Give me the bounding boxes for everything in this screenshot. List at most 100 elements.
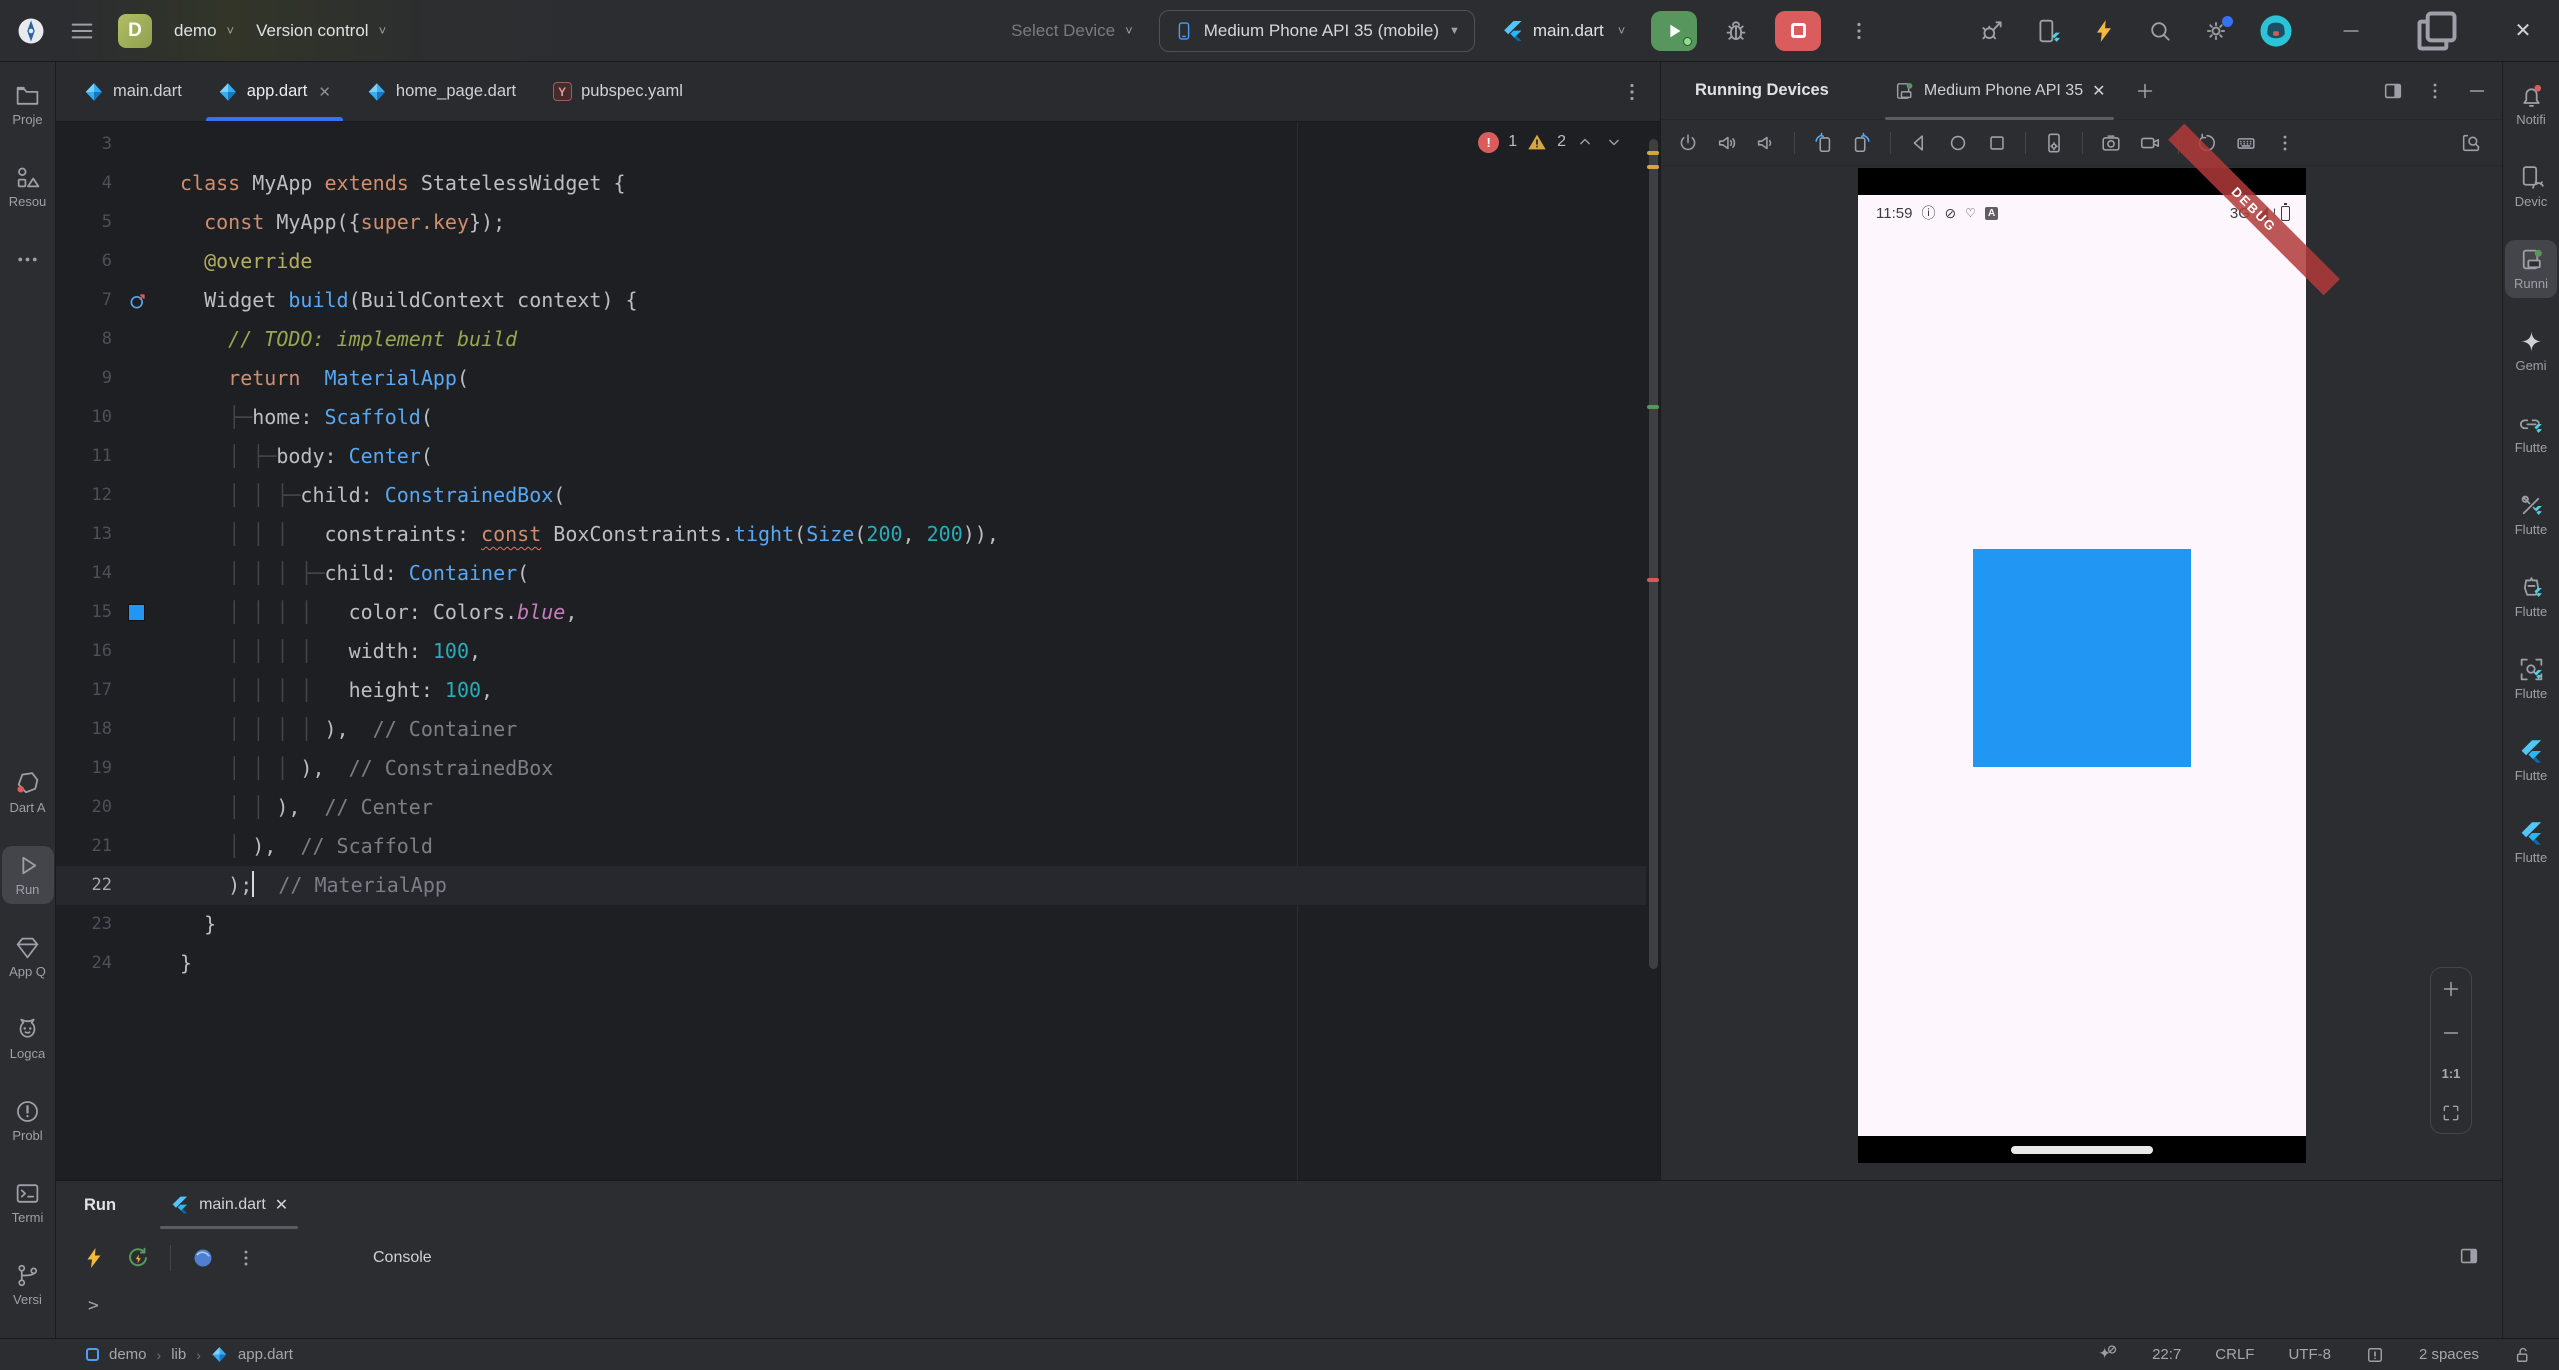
editor-tab-home_page.dart[interactable]: home_page.dart — [349, 62, 534, 121]
attach-debugger-icon[interactable] — [1979, 18, 2005, 44]
tool-stripe-item-termi[interactable]: Termi — [2, 1174, 54, 1232]
warning-stripe-mark[interactable] — [1647, 151, 1659, 155]
device-tab[interactable]: Medium Phone API 35 ✕ — [1885, 62, 2114, 120]
close-device-tab-icon[interactable]: ✕ — [2092, 81, 2105, 101]
select-device-dropdown[interactable]: Select Device˅ — [1011, 21, 1133, 41]
editor-tab-app.dart[interactable]: app.dart✕ — [200, 62, 349, 121]
toolbar-more-icon[interactable] — [2274, 132, 2296, 154]
main-menu-icon[interactable] — [68, 17, 96, 45]
vcs-widget[interactable]: Version control˅ — [256, 21, 386, 41]
code-line-20[interactable]: 20 │ │ ), // Center — [56, 788, 1646, 827]
console-tab[interactable]: Console — [373, 1249, 432, 1267]
error-stripe-mark[interactable] — [1647, 578, 1659, 582]
flutter-hot-reload-icon[interactable] — [82, 1246, 106, 1270]
editor-tab-pubspec.yaml[interactable]: Ypubspec.yaml — [534, 62, 701, 121]
run-configuration-selector[interactable]: main.dart˅ — [1501, 19, 1625, 43]
tool-stripe-item-flutte[interactable]: Flutte — [2505, 814, 2557, 872]
home-icon[interactable] — [1947, 132, 1969, 154]
run-tab[interactable]: main.dart ✕ — [160, 1181, 298, 1229]
search-everywhere-icon[interactable] — [2147, 18, 2173, 44]
minimize-button[interactable]: — — [2323, 0, 2379, 62]
avatar[interactable] — [2259, 14, 2293, 48]
tool-stripe-item-devic[interactable]: Devic — [2505, 158, 2557, 216]
code-line-15[interactable]: 15 │ │ │ │ color: Colors.blue, — [56, 593, 1646, 632]
inspections-widget[interactable]: ! 1 2 — [1478, 131, 1624, 153]
code-line-16[interactable]: 16 │ │ │ │ width: 100, — [56, 632, 1646, 671]
code-line-18[interactable]: 18 │ │ │ │ ), // Container — [56, 710, 1646, 749]
code-line-13[interactable]: 13 │ │ │ constraints: const BoxConstrain… — [56, 515, 1646, 554]
zoom-fit-icon[interactable] — [2441, 1103, 2461, 1123]
code-line-23[interactable]: 23 } — [56, 905, 1646, 944]
code-line-8[interactable]: 8 // TODO: implement build — [56, 320, 1646, 359]
code-editor[interactable]: 34class MyApp extends StatelessWidget {5… — [56, 123, 1660, 1180]
project-badge[interactable]: D — [118, 14, 152, 48]
tool-stripe-item-flutte[interactable]: Flutte — [2505, 650, 2557, 708]
warning-stripe-mark[interactable] — [1647, 165, 1659, 169]
run-button[interactable] — [1651, 11, 1697, 51]
screen-search-icon[interactable] — [2460, 132, 2482, 154]
stop-button[interactable] — [1775, 11, 1821, 51]
code-line-12[interactable]: 12 │ │ ├─child: ConstrainedBox( — [56, 476, 1646, 515]
indent-style[interactable]: 2 spaces — [2419, 1346, 2479, 1363]
debug-button[interactable] — [1723, 18, 1749, 44]
hot-reload-icon[interactable] — [2091, 18, 2117, 44]
breadcrumb[interactable]: demo › lib › app.dart — [0, 1346, 293, 1363]
change-stripe-mark[interactable] — [1647, 405, 1659, 409]
code-line-22[interactable]: 22 ); // MaterialApp — [56, 866, 1646, 905]
code-line-24[interactable]: 24} — [56, 944, 1646, 983]
back-icon[interactable] — [1908, 132, 1930, 154]
tool-stripe-item-versi[interactable]: Versi — [2, 1256, 54, 1314]
console-more-icon[interactable] — [235, 1247, 257, 1269]
color-swatch-gutter-icon[interactable] — [128, 604, 145, 621]
breadcrumb-dir[interactable]: lib — [171, 1346, 186, 1363]
add-device-icon[interactable] — [2134, 80, 2156, 102]
screen-record-icon[interactable] — [2139, 132, 2161, 154]
code-line-7[interactable]: 7 Widget build(BuildContext context) { — [56, 281, 1646, 320]
hardware-input-icon[interactable] — [2235, 132, 2257, 154]
device-mirror-icon[interactable] — [2035, 18, 2061, 44]
close-run-tab-icon[interactable]: ✕ — [275, 1195, 288, 1215]
caret-position[interactable]: 22:7 — [2152, 1346, 2181, 1363]
tool-stripe-item-runni[interactable]: Runni — [2505, 240, 2557, 298]
lock-open-icon[interactable] — [2513, 1345, 2533, 1365]
next-problem-icon[interactable] — [1604, 132, 1624, 152]
code-line-17[interactable]: 17 │ │ │ │ height: 100, — [56, 671, 1646, 710]
code-line-3[interactable]: 3 — [56, 125, 1646, 164]
flutter-hot-restart-icon[interactable] — [126, 1246, 150, 1270]
tool-stripe-item-run[interactable]: Run — [2, 846, 54, 904]
editor-tab-main.dart[interactable]: main.dart — [66, 62, 200, 121]
split-console-icon[interactable] — [2458, 1245, 2480, 1267]
code-line-11[interactable]: 11 │ ├─body: Center( — [56, 437, 1646, 476]
devtools-icon[interactable] — [191, 1246, 215, 1270]
power-icon[interactable] — [1677, 132, 1699, 154]
close-button[interactable]: ✕ — [2495, 0, 2551, 62]
volume-up-icon[interactable] — [1716, 132, 1738, 154]
override-gutter-icon[interactable] — [128, 291, 148, 311]
tool-stripe-item-proje[interactable]: Proje — [2, 76, 54, 134]
rotate-left-icon[interactable] — [1812, 132, 1834, 154]
inspection-status-icon[interactable] — [2365, 1345, 2385, 1365]
code-line-19[interactable]: 19 │ │ │ ), // ConstrainedBox — [56, 749, 1646, 788]
zoom-actual-size[interactable]: 1:1 — [2442, 1066, 2461, 1081]
maximize-button[interactable] — [2409, 0, 2465, 62]
hide-panel-icon[interactable] — [2466, 80, 2488, 102]
tool-stripe-item-probl[interactable]: Probl — [2, 1092, 54, 1150]
tab-options-icon[interactable] — [1620, 80, 1644, 104]
code-line-14[interactable]: 14 │ │ │ ├─child: Container( — [56, 554, 1646, 593]
code-line-6[interactable]: 6 @override — [56, 242, 1646, 281]
device-settings-icon[interactable] — [2043, 132, 2065, 154]
console-output[interactable]: > — [56, 1287, 2502, 1337]
breadcrumb-file[interactable]: app.dart — [238, 1346, 293, 1363]
settings-icon[interactable] — [2203, 18, 2229, 44]
zoom-out-icon[interactable] — [2440, 1022, 2462, 1044]
code-line-9[interactable]: 9 return MaterialApp( — [56, 359, 1646, 398]
tool-stripe-item-logca[interactable]: Logca — [2, 1010, 54, 1068]
tool-stripe-item-gemi[interactable]: Gemi — [2505, 322, 2557, 380]
file-encoding[interactable]: UTF-8 — [2288, 1346, 2331, 1363]
tool-stripe-item-flutte[interactable]: Flutte — [2505, 732, 2557, 790]
tool-stripe-item-resou[interactable]: Resou — [2, 158, 54, 216]
code-lines[interactable]: 34class MyApp extends StatelessWidget {5… — [56, 125, 1646, 983]
volume-down-icon[interactable] — [1755, 132, 1777, 154]
zoom-in-icon[interactable] — [2440, 978, 2462, 1000]
device-dropdown[interactable]: Medium Phone API 35 (mobile) ▼ — [1159, 10, 1475, 52]
